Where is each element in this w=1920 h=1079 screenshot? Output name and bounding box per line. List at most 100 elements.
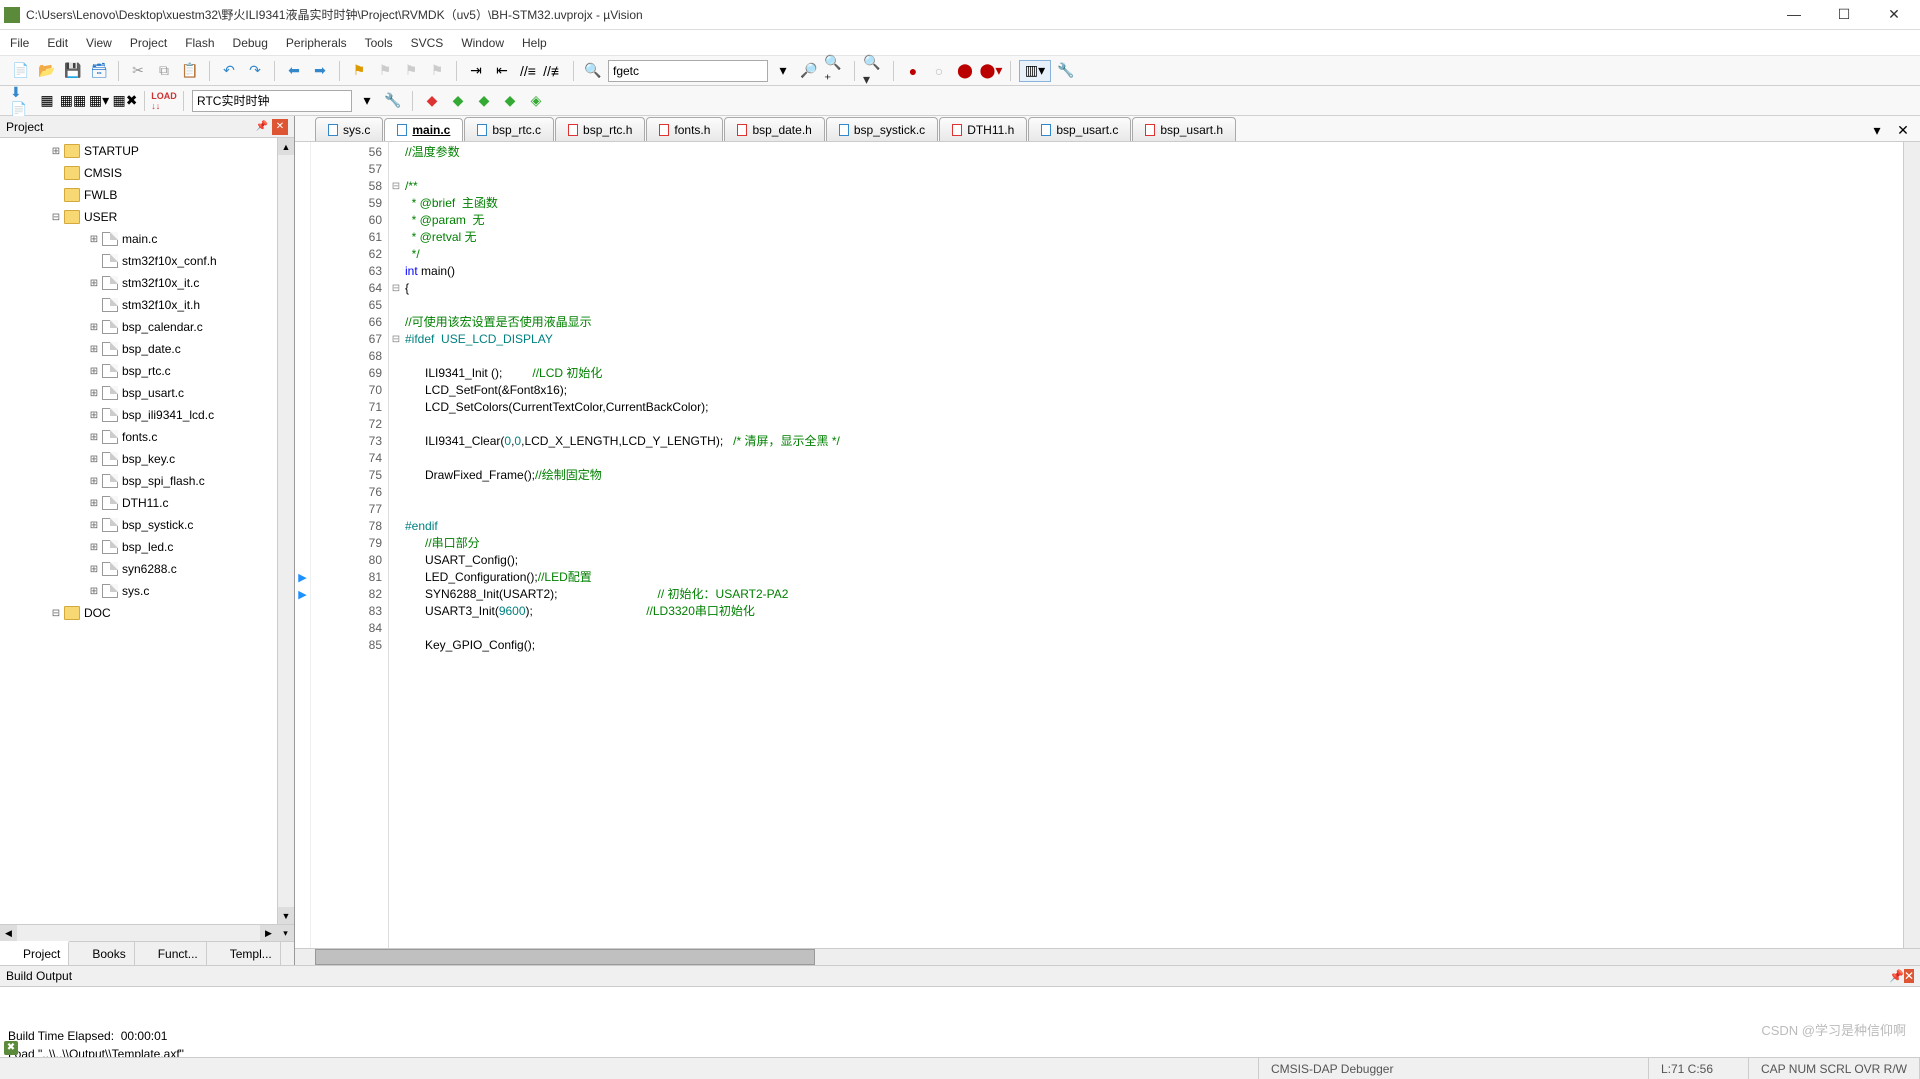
manage-icon[interactable]: ◆ (421, 90, 443, 112)
file-stm32f10x_conf-h[interactable]: stm32f10x_conf.h (0, 250, 294, 272)
project-tree[interactable]: ⊞STARTUPCMSISFWLB⊟USER⊞main.cstm32f10x_c… (0, 138, 294, 924)
file-stm32f10x_it-c[interactable]: ⊞stm32f10x_it.c (0, 272, 294, 294)
outdent-icon[interactable]: ⇤ (491, 60, 513, 82)
scroll-down-icon[interactable]: ▼ (278, 907, 294, 924)
filetab-fonts-h[interactable]: fonts.h (646, 117, 723, 141)
file-bsp_calendar-c[interactable]: ⊞bsp_calendar.c (0, 316, 294, 338)
copy-icon[interactable]: ⧉ (153, 60, 175, 82)
redo-icon[interactable]: ↷ (244, 60, 266, 82)
file-bsp_rtc-c[interactable]: ⊞bsp_rtc.c (0, 360, 294, 382)
file-bsp_ili9341_lcd-c[interactable]: ⊞bsp_ili9341_lcd.c (0, 404, 294, 426)
file-stm32f10x_it-h[interactable]: stm32f10x_it.h (0, 294, 294, 316)
hscroll-menu-icon[interactable]: ▾ (277, 925, 294, 941)
editor-hscroll[interactable] (295, 948, 1920, 965)
save-icon[interactable]: 💾 (62, 60, 84, 82)
stop-build-icon[interactable]: ▦✖ (114, 90, 136, 112)
minimize-button[interactable]: — (1782, 6, 1806, 23)
menu-tools[interactable]: Tools (365, 36, 393, 50)
hscroll-left-icon[interactable]: ◀ (0, 925, 17, 941)
filetab-bsp_date-h[interactable]: bsp_date.h (724, 117, 824, 141)
window-layout-icon[interactable]: ▥▾ (1019, 60, 1051, 82)
build-icon[interactable]: ▦ (36, 90, 58, 112)
new-file-icon[interactable]: 📄 (10, 60, 32, 82)
record-icon[interactable]: ● (902, 60, 924, 82)
pin-icon[interactable]: 📌 (254, 119, 270, 135)
bookmark-clear-icon[interactable]: ⚑ (426, 60, 448, 82)
menu-debug[interactable]: Debug (233, 36, 268, 50)
search-dropdown-icon[interactable]: ▾ (772, 60, 794, 82)
manage3-icon[interactable]: ◆ (473, 90, 495, 112)
maximize-button[interactable]: ☐ (1832, 6, 1856, 23)
tabs-close-icon[interactable]: ✕ (1892, 119, 1914, 141)
filetab-sys-c[interactable]: sys.c (315, 117, 383, 141)
menu-project[interactable]: Project (130, 36, 167, 50)
tree-hscroll[interactable]: ◀ ▶ ▾ (0, 924, 294, 941)
output-pin-icon[interactable]: 📌 (1889, 969, 1904, 983)
folder-startup[interactable]: ⊞STARTUP (0, 140, 294, 162)
tabs-menu-icon[interactable]: ▾ (1866, 119, 1888, 141)
target-dropdown-icon[interactable]: ▾ (356, 90, 378, 112)
panel-tab-books[interactable]: Books (69, 942, 134, 965)
file-bsp_date-c[interactable]: ⊞bsp_date.c (0, 338, 294, 360)
close-button[interactable]: ✕ (1882, 6, 1906, 23)
output-body[interactable]: ✖ Build Time Elapsed: 00:00:01Load "..\\… (0, 987, 1920, 1057)
folder-fwlb[interactable]: FWLB (0, 184, 294, 206)
search-input[interactable] (608, 60, 768, 82)
stop-record-icon[interactable]: ○ (928, 60, 950, 82)
target-options-icon[interactable]: 🔧 (382, 90, 404, 112)
manage4-icon[interactable]: ◆ (499, 90, 521, 112)
target-select[interactable] (192, 90, 352, 112)
open-file-icon[interactable]: 📂 (36, 60, 58, 82)
cut-icon[interactable]: ✂ (127, 60, 149, 82)
filetab-bsp_rtc-h[interactable]: bsp_rtc.h (555, 117, 645, 141)
breakpoint-icon[interactable]: ⬤ (954, 60, 976, 82)
tree-scrollbar[interactable]: ▲ ▼ (277, 138, 294, 924)
menu-flash[interactable]: Flash (185, 36, 214, 50)
filetab-bsp_rtc-c[interactable]: bsp_rtc.c (464, 117, 554, 141)
download-icon[interactable]: LOAD↓↓ (153, 90, 175, 112)
hscroll-right-icon[interactable]: ▶ (260, 925, 277, 941)
output-error-icon[interactable]: ✖ (4, 1041, 18, 1055)
manage2-icon[interactable]: ◆ (447, 90, 469, 112)
debug-start-icon[interactable]: 🔍▾ (863, 60, 885, 82)
comment-icon[interactable]: //≡ (517, 60, 539, 82)
menu-help[interactable]: Help (522, 36, 547, 50)
batch-build-icon[interactable]: ▦▾ (88, 90, 110, 112)
find-icon[interactable]: 🔍 (582, 60, 604, 82)
packs-icon[interactable]: ◈ (525, 90, 547, 112)
paste-icon[interactable]: 📋 (179, 60, 201, 82)
output-close-icon[interactable]: ✕ (1904, 969, 1914, 983)
menu-peripherals[interactable]: Peripherals (286, 36, 347, 50)
file-fonts-c[interactable]: ⊞fonts.c (0, 426, 294, 448)
file-bsp_usart-c[interactable]: ⊞bsp_usart.c (0, 382, 294, 404)
bookmark-next-icon[interactable]: ⚑ (400, 60, 422, 82)
filetab-bsp_usart-h[interactable]: bsp_usart.h (1132, 117, 1236, 141)
code-editor[interactable]: ▶▶ 5657585960616263646566676869707172737… (295, 142, 1920, 948)
scroll-up-icon[interactable]: ▲ (278, 138, 294, 155)
folder-cmsis[interactable]: CMSIS (0, 162, 294, 184)
folder-doc[interactable]: ⊟DOC (0, 602, 294, 624)
rebuild-icon[interactable]: ▦▦ (62, 90, 84, 112)
menu-window[interactable]: Window (461, 36, 504, 50)
folder-user[interactable]: ⊟USER (0, 206, 294, 228)
translate-icon[interactable]: ⬇📄 (10, 90, 32, 112)
nav-fwd-icon[interactable]: ➡ (309, 60, 331, 82)
editor-vscroll[interactable] (1903, 142, 1920, 948)
file-sys-c[interactable]: ⊞sys.c (0, 580, 294, 602)
config-icon[interactable]: 🔧 (1055, 60, 1077, 82)
file-bsp_systick-c[interactable]: ⊞bsp_systick.c (0, 514, 294, 536)
menu-view[interactable]: View (86, 36, 112, 50)
panel-tab-project[interactable]: Project (0, 941, 69, 965)
file-bsp_led-c[interactable]: ⊞bsp_led.c (0, 536, 294, 558)
source-text[interactable]: //温度参数/** * @brief 主函数 * @param 无 * @ret… (403, 142, 1903, 948)
file-bsp_spi_flash-c[interactable]: ⊞bsp_spi_flash.c (0, 470, 294, 492)
bookmark-icon[interactable]: ⚑ (348, 60, 370, 82)
breakpoint-disable-icon[interactable]: ⬤▾ (980, 60, 1002, 82)
file-DTH11-c[interactable]: ⊞DTH11.c (0, 492, 294, 514)
menu-file[interactable]: File (10, 36, 29, 50)
filetab-bsp_usart-c[interactable]: bsp_usart.c (1028, 117, 1131, 141)
menu-svcs[interactable]: SVCS (411, 36, 444, 50)
file-main-c[interactable]: ⊞main.c (0, 228, 294, 250)
panel-tab-funct[interactable]: Funct... (135, 942, 207, 965)
file-bsp_key-c[interactable]: ⊞bsp_key.c (0, 448, 294, 470)
